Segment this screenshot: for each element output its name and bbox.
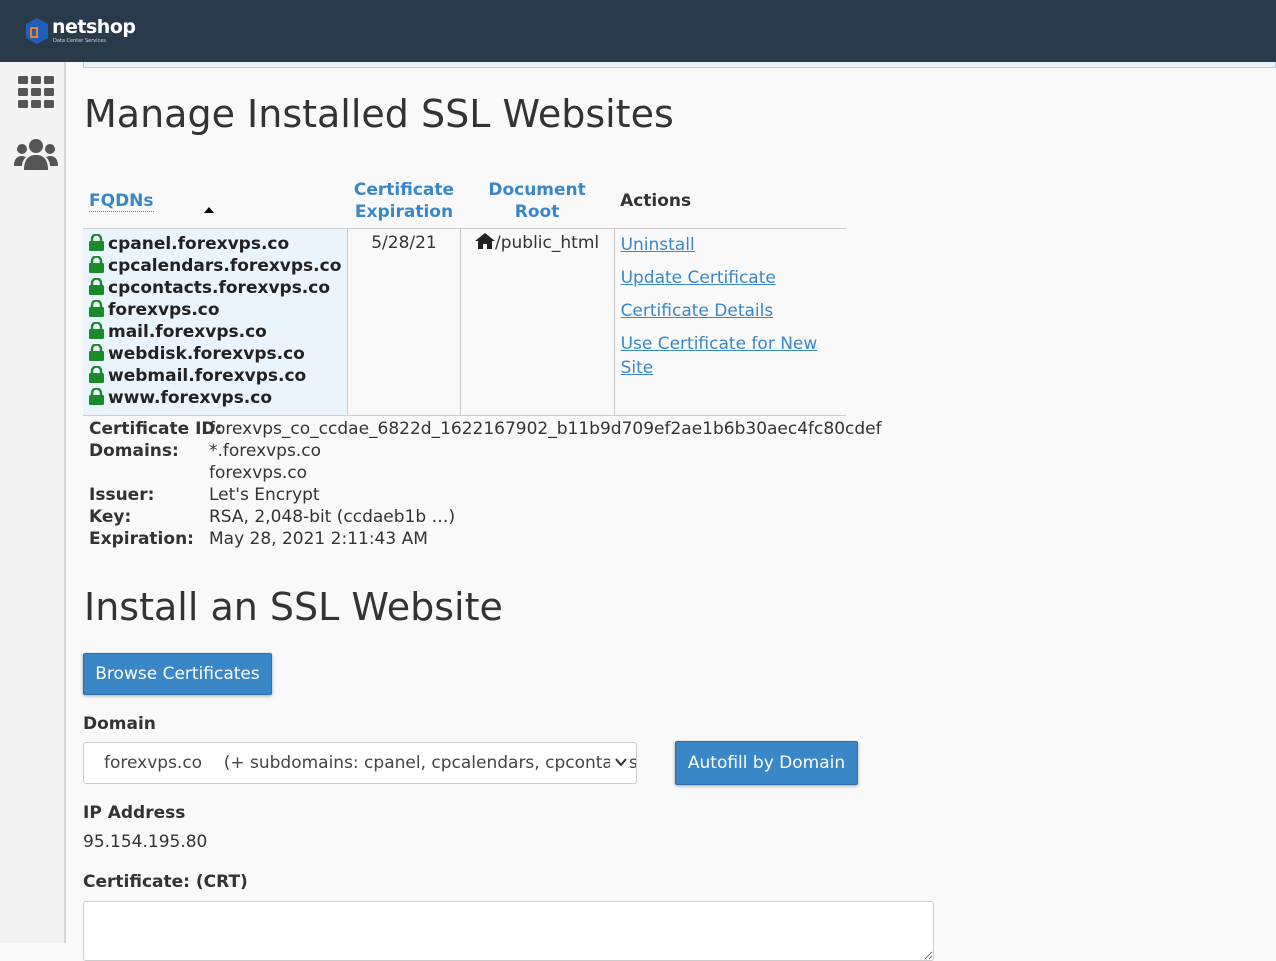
domain-value: forexvps.co xyxy=(209,463,308,483)
fqdn-item: webmail.forexvps.co xyxy=(89,365,341,387)
page-title: Manage Installed SSL Websites xyxy=(84,92,674,136)
install-section-title: Install an SSL Website xyxy=(84,585,503,629)
main-content: Manage Installed SSL Websites FQDNs Cert… xyxy=(83,62,1276,961)
ip-address-label: IP Address xyxy=(83,803,186,823)
document-root-cell: /public_html xyxy=(460,228,615,416)
certificate-id-value: forexvps_co_ccdae_6822d_1622167902_b11b9… xyxy=(209,419,882,439)
ip-address-value: 95.154.195.80 xyxy=(83,832,208,852)
actions-cell: Uninstall Update Certificate Certificate… xyxy=(614,228,846,416)
sort-expiration-link[interactable]: Certificate Expiration xyxy=(354,180,454,222)
notice-bar xyxy=(83,62,1276,68)
fqdn-item: www.forexvps.co xyxy=(89,387,341,409)
fqdn-text: webdisk.forexvps.co xyxy=(108,344,305,364)
key-label: Key: xyxy=(89,507,132,527)
lock-icon xyxy=(89,321,104,345)
fqdn-text: mail.forexvps.co xyxy=(108,322,267,342)
key-value: RSA, 2,048-bit (ccdaeb1b …) xyxy=(209,507,456,527)
table-header-row: FQDNs Certificate Expiration Document Ro… xyxy=(83,174,846,229)
ssl-websites-table: FQDNs Certificate Expiration Document Ro… xyxy=(83,174,846,416)
column-header-expiration[interactable]: Certificate Expiration xyxy=(347,174,461,229)
certificate-details-link[interactable]: Certificate Details xyxy=(621,299,840,332)
lock-icon xyxy=(89,299,104,323)
certificate-crt-textarea[interactable] xyxy=(83,901,934,961)
lock-icon xyxy=(89,233,104,257)
fqdn-text: cpcalendars.forexvps.co xyxy=(108,256,342,276)
fqdn-cell: cpanel.forexvps.co cpcalendars.forexvps.c… xyxy=(83,228,349,416)
sidebar xyxy=(0,62,66,943)
fqdn-text: cpanel.forexvps.co xyxy=(108,234,290,254)
lock-icon xyxy=(89,343,104,367)
domain-value: *.forexvps.co xyxy=(209,441,321,461)
grid-icon[interactable] xyxy=(18,76,54,112)
issuer-value: Let's Encrypt xyxy=(209,485,320,505)
issuer-label: Issuer: xyxy=(89,485,155,505)
document-root-path: /public_html xyxy=(495,233,600,253)
lock-icon xyxy=(89,277,104,301)
chevron-down-icon xyxy=(610,743,628,783)
fqdn-item: webdisk.forexvps.co xyxy=(89,343,341,365)
domain-label: Domain xyxy=(83,714,156,734)
domain-select[interactable]: forexvps.co (+ subdomains: cpanel, cpcal… xyxy=(83,742,637,784)
lock-icon xyxy=(89,387,104,411)
sort-docroot-link[interactable]: Document Root xyxy=(488,180,585,222)
users-icon[interactable] xyxy=(14,138,58,174)
update-certificate-link[interactable]: Update Certificate xyxy=(621,266,840,299)
domains-label: Domains: xyxy=(89,441,179,461)
fqdn-text: www.forexvps.co xyxy=(108,388,273,408)
fqdn-item: cpcalendars.forexvps.co xyxy=(89,255,341,277)
table-row: cpanel.forexvps.co cpcalendars.forexvps.c… xyxy=(83,228,846,416)
expiration-cell: 5/28/21 xyxy=(347,228,461,416)
lock-icon xyxy=(89,255,104,279)
fqdn-item: cpanel.forexvps.co xyxy=(89,233,341,255)
top-bar: netshop Data Center Services xyxy=(0,0,1276,62)
brand-name: netshop xyxy=(52,16,136,38)
expiration-label: Expiration: xyxy=(89,529,194,549)
expiration-value: May 28, 2021 2:11:43 AM xyxy=(209,529,428,549)
column-header-document-root[interactable]: Document Root xyxy=(460,174,615,229)
use-certificate-new-site-link[interactable]: Use Certificate for New Site xyxy=(621,332,840,378)
fqdn-text: cpcontacts.forexvps.co xyxy=(108,278,331,298)
fqdn-list: cpanel.forexvps.co cpcalendars.forexvps.c… xyxy=(89,233,341,409)
lock-icon xyxy=(89,365,104,389)
uninstall-link[interactable]: Uninstall xyxy=(621,233,840,266)
home-icon xyxy=(475,233,495,249)
fqdn-item: mail.forexvps.co xyxy=(89,321,341,343)
certificate-id-label: Certificate ID: xyxy=(89,419,223,439)
column-header-fqdns[interactable]: FQDNs xyxy=(83,174,348,229)
fqdn-text: webmail.forexvps.co xyxy=(108,366,307,386)
domain-selected-value: forexvps.co (+ subdomains: cpanel, cpcal… xyxy=(104,753,637,773)
fqdn-item: cpcontacts.forexvps.co xyxy=(89,277,341,299)
brand-tagline: Data Center Services xyxy=(53,38,107,44)
sort-fqdns-link[interactable]: FQDNs xyxy=(89,191,154,212)
column-header-actions: Actions xyxy=(614,174,846,229)
certificate-crt-label: Certificate: (CRT) xyxy=(83,872,248,892)
netshop-logo-icon xyxy=(26,18,48,44)
fqdn-text: forexvps.co xyxy=(108,300,220,320)
autofill-by-domain-button[interactable]: Autofill by Domain xyxy=(675,741,858,785)
fqdn-item: forexvps.co xyxy=(89,299,341,321)
sort-ascending-icon xyxy=(204,207,214,213)
browse-certificates-button[interactable]: Browse Certificates xyxy=(83,653,272,695)
